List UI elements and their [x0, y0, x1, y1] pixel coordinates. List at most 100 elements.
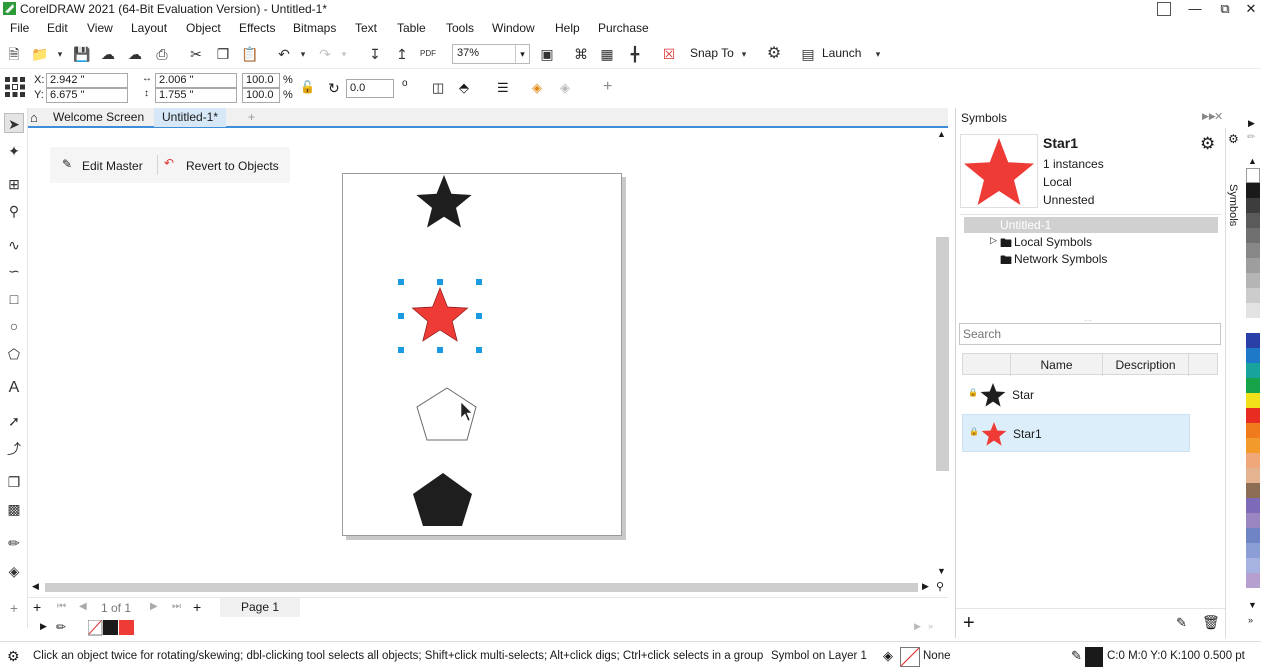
open-folder-icon[interactable]: 📁	[30, 44, 50, 64]
home-icon[interactable]: ⌂	[30, 110, 38, 125]
cloud-share-icon[interactable]: ☁	[125, 44, 145, 64]
mirror-vertical-icon[interactable]: ⬘	[459, 80, 469, 96]
next-page-icon[interactable]: ▶	[150, 601, 158, 612]
page-1-tab[interactable]: Page 1	[220, 598, 300, 617]
width-field[interactable]: 2.006 "	[155, 73, 237, 88]
new-document-icon[interactable]: 🗎	[4, 44, 24, 64]
transparency-tool-icon[interactable]: ▩	[4, 499, 24, 519]
interactive-fill-icon[interactable]: ◈	[4, 561, 24, 581]
scroll-right-icon[interactable]: ▶	[922, 581, 929, 592]
palette-swatch[interactable]	[1246, 393, 1260, 408]
palette-swatch[interactable]	[1246, 183, 1260, 198]
column-header-name[interactable]: Name	[1011, 354, 1103, 376]
copy-icon[interactable]: ❐	[213, 44, 233, 64]
add-property-icon[interactable]: +	[603, 78, 612, 96]
tree-expand-icon[interactable]: ▷	[990, 235, 997, 246]
column-header-description[interactable]: Description	[1103, 354, 1189, 376]
symbol-row-star[interactable]: 🔒 Star	[962, 378, 1190, 412]
palette-swatch[interactable]	[1246, 378, 1260, 393]
delete-trash-icon[interactable]: 🗑	[1202, 614, 1220, 631]
image-icon[interactable]	[1157, 2, 1171, 16]
scale-height-field[interactable]: 100.0	[242, 88, 280, 103]
object-origin-icon[interactable]	[4, 76, 26, 98]
launch-label[interactable]: Launch	[822, 46, 861, 60]
red-star-symbol[interactable]	[411, 287, 469, 342]
horizontal-scrollbar[interactable]: ◀ ▶ ⚲	[28, 579, 948, 595]
menu-object[interactable]: Object	[186, 21, 221, 35]
publish-pdf-icon[interactable]: PDF	[418, 44, 438, 64]
docker-close-icon[interactable]: ✕	[1214, 110, 1223, 123]
connector-tool-icon[interactable]: ⤴	[4, 439, 24, 459]
palette-arrow-right-icon[interactable]: ▶	[1248, 118, 1255, 129]
zoom-combo[interactable]: 37% ▾	[452, 44, 530, 64]
eyedropper-icon[interactable]: ✏	[4, 533, 24, 553]
tab-welcome-screen[interactable]: Welcome Screen	[45, 108, 152, 127]
new-tab-button[interactable]: +	[240, 108, 263, 127]
eyedropper-small-icon[interactable]: ✏	[56, 620, 66, 634]
redo-icon[interactable]: ↷	[315, 44, 335, 64]
menu-table[interactable]: Table	[397, 21, 426, 35]
document-swatches[interactable]	[88, 620, 136, 636]
guidelines-icon[interactable]: ╋	[625, 44, 645, 64]
scroll-left-icon[interactable]: ◀	[32, 581, 39, 592]
palette-scroll-down-icon[interactable]: ▼	[1248, 600, 1257, 610]
palette-swatch[interactable]	[1246, 543, 1260, 558]
text-tool-icon[interactable]: A	[4, 378, 24, 398]
symbol-search-input[interactable]	[959, 323, 1221, 345]
drop-shadow-icon[interactable]: ❐	[4, 472, 24, 492]
zoom-tool-icon[interactable]: ⚲	[4, 201, 24, 221]
docker-settings-gear-icon[interactable]: ⚙	[1200, 134, 1215, 154]
menu-layout[interactable]: Layout	[131, 21, 167, 35]
palette-swatch[interactable]	[1246, 288, 1260, 303]
grid-icon[interactable]: ▦	[597, 44, 617, 64]
redo-dropdown-icon[interactable]: ▾	[334, 44, 354, 64]
restore-button[interactable]: ⧉	[1214, 0, 1236, 18]
add-page-before-icon[interactable]: +	[33, 599, 41, 615]
fill-none-swatch[interactable]	[900, 647, 920, 667]
palette-swatch[interactable]	[1246, 243, 1260, 258]
add-page-after-icon[interactable]: +	[193, 599, 201, 615]
palette-swatch[interactable]	[1246, 423, 1260, 438]
cut-icon[interactable]: ✂	[186, 44, 206, 64]
minimize-button[interactable]: —	[1184, 0, 1206, 18]
new-symbol-icon[interactable]: +	[963, 612, 975, 635]
polygon-tool-icon[interactable]: ⬠	[4, 344, 24, 364]
undo-dropdown-icon[interactable]: ▾	[293, 44, 313, 64]
palette-expand-icon[interactable]: ▶	[40, 621, 47, 632]
scale-width-field[interactable]: 100.0	[242, 73, 280, 88]
palette-swatch[interactable]	[1246, 273, 1260, 288]
palette-swatch[interactable]	[1246, 228, 1260, 243]
y-position-field[interactable]: 6.675 "	[46, 88, 128, 103]
palette-swatch[interactable]	[1246, 513, 1260, 528]
palette-scroll-right-icon[interactable]: ▶	[914, 621, 921, 632]
options-gear-icon[interactable]: ⚙	[764, 44, 784, 64]
undo-icon[interactable]: ↶	[274, 44, 294, 64]
open-dropdown-icon[interactable]: ▾	[50, 44, 70, 64]
status-settings-gear-icon[interactable]: ⚙	[7, 648, 20, 665]
palette-swatch[interactable]	[1246, 528, 1260, 543]
palette-swatch[interactable]	[1246, 303, 1260, 318]
palette-swatch[interactable]	[1246, 468, 1260, 483]
import-icon[interactable]: ↧	[365, 44, 385, 64]
rectangle-tool-icon[interactable]: □	[4, 289, 24, 309]
menu-view[interactable]: View	[87, 21, 113, 35]
palette-swatch[interactable]	[1246, 198, 1260, 213]
edit-symbol-pencil-icon[interactable]: ✎	[1176, 615, 1187, 631]
ellipse-tool-icon[interactable]: ○	[4, 316, 24, 336]
cloud-upload-icon[interactable]: ☁	[98, 44, 118, 64]
outline-color-swatch[interactable]	[1085, 647, 1103, 667]
palette-swatch[interactable]	[1246, 348, 1260, 363]
menu-text[interactable]: Text	[355, 21, 377, 35]
palette-swatch[interactable]	[1246, 453, 1260, 468]
menu-edit[interactable]: Edit	[47, 21, 68, 35]
symbols-tab-icon[interactable]: ⚙	[1228, 132, 1239, 146]
artistic-media-icon[interactable]: ∽	[4, 261, 24, 281]
palette-swatch[interactable]	[1246, 558, 1260, 573]
save-icon[interactable]: 💾	[72, 44, 92, 64]
black-pentagon-shape[interactable]	[413, 473, 472, 526]
add-docker-icon[interactable]: +	[1229, 214, 1237, 230]
paste-icon[interactable]: 📋	[240, 44, 260, 64]
column-header-icon[interactable]	[963, 354, 1011, 376]
palette-swatch[interactable]	[1246, 318, 1260, 333]
zoom-navigator-icon[interactable]: ⚲	[936, 580, 944, 593]
